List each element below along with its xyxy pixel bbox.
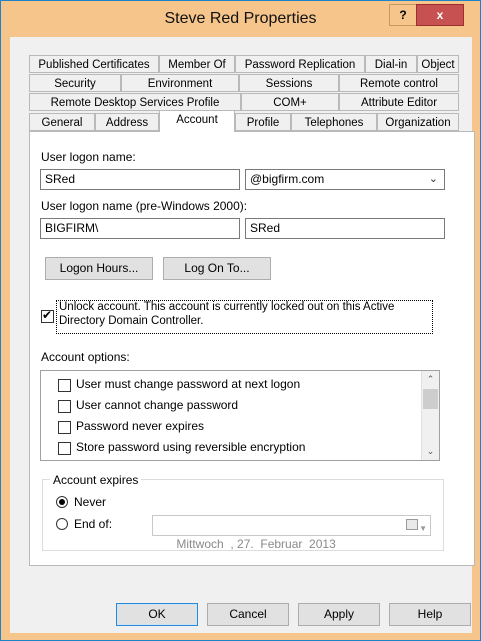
- chevron-down-icon: ⌄: [428, 173, 438, 185]
- end-of-date-value: Mittwoch , 27. Februar 2013: [176, 537, 336, 551]
- option-checkbox[interactable]: [58, 442, 71, 455]
- logon-name-value: SRed: [45, 172, 76, 186]
- option-label[interactable]: Store password using reversible encrypti…: [76, 440, 305, 454]
- logon-name-label: User logon name:: [41, 150, 136, 164]
- tab-com-plus[interactable]: COM+: [241, 93, 339, 111]
- tab-security[interactable]: Security: [29, 74, 121, 92]
- pre2000-label: User logon name (pre-Windows 2000):: [41, 199, 248, 213]
- never-radio[interactable]: [56, 496, 68, 508]
- close-button[interactable]: x: [416, 4, 464, 26]
- end-of-label[interactable]: End of:: [74, 517, 112, 531]
- tab-address[interactable]: Address: [95, 113, 159, 131]
- end-of-date-picker[interactable]: Mittwoch , 27. Februar 2013 ▼: [152, 515, 431, 551]
- end-of-radio[interactable]: [56, 518, 68, 530]
- title-bar: Steve Red Properties ? x: [1, 1, 480, 37]
- tab-general[interactable]: General: [29, 113, 95, 131]
- option-label[interactable]: Password never expires: [76, 419, 204, 433]
- tab-attribute-editor[interactable]: Attribute Editor: [339, 93, 459, 111]
- tab-sessions[interactable]: Sessions: [239, 74, 339, 92]
- tab-organization[interactable]: Organization: [377, 113, 459, 131]
- tab-remote-control[interactable]: Remote control: [339, 74, 459, 92]
- option-label[interactable]: User cannot change password: [76, 398, 238, 412]
- apply-button[interactable]: Apply: [298, 603, 380, 626]
- pre2000-domain-field: BIGFIRM\: [40, 218, 240, 239]
- logon-hours-button[interactable]: Logon Hours...: [45, 257, 153, 280]
- tab-telephones[interactable]: Telephones: [291, 113, 377, 131]
- log-on-to-button[interactable]: Log On To...: [163, 257, 271, 280]
- account-expires-label: Account expires: [50, 473, 142, 487]
- unlock-account-text-1[interactable]: Unlock account. This account is currentl…: [59, 301, 394, 313]
- logon-name-input[interactable]: SRed: [40, 169, 240, 190]
- option-checkbox[interactable]: [58, 421, 71, 434]
- upn-suffix-value: @bigfirm.com: [250, 172, 325, 186]
- tab-password-replication[interactable]: Password Replication: [235, 55, 365, 73]
- option-checkbox[interactable]: [58, 400, 71, 413]
- never-label[interactable]: Never: [74, 495, 106, 509]
- upn-suffix-dropdown[interactable]: @bigfirm.com ⌄: [245, 169, 445, 190]
- pre2000-user-input[interactable]: SRed: [245, 218, 445, 239]
- help-button[interactable]: Help: [389, 603, 471, 626]
- tab-member-of[interactable]: Member Of: [159, 55, 235, 73]
- calendar-icon[interactable]: [406, 519, 418, 530]
- scroll-up-icon[interactable]: ⌃: [422, 371, 439, 388]
- tab-remote-desktop-services-profile[interactable]: Remote Desktop Services Profile: [29, 93, 241, 111]
- cancel-button[interactable]: Cancel: [207, 603, 289, 626]
- pre2000-domain-value: BIGFIRM\: [45, 221, 99, 235]
- options-scrollbar[interactable]: ⌃ ⌄: [421, 371, 439, 460]
- option-label[interactable]: User must change password at next logon: [76, 377, 300, 391]
- tab-object[interactable]: Object: [417, 55, 459, 73]
- unlock-account-text-2[interactable]: Directory Domain Controller.: [59, 315, 203, 327]
- account-options-label: Account options:: [41, 350, 130, 364]
- tab-profile[interactable]: Profile: [235, 113, 291, 131]
- chevron-down-icon[interactable]: ▼: [419, 519, 427, 538]
- ok-button[interactable]: OK: [116, 603, 198, 626]
- pre2000-user-value: SRed: [250, 221, 281, 235]
- scroll-thumb[interactable]: [423, 389, 438, 409]
- tab-account[interactable]: Account: [159, 110, 235, 132]
- help-title-button[interactable]: ?: [389, 4, 417, 26]
- option-checkbox[interactable]: [58, 379, 71, 392]
- properties-window: Steve Red Properties ? x Published Certi…: [0, 0, 481, 641]
- unlock-account-checkbox[interactable]: [41, 308, 54, 323]
- tab-published-certificates[interactable]: Published Certificates: [29, 55, 159, 73]
- tab-environment[interactable]: Environment: [121, 74, 239, 92]
- account-options-list[interactable]: User must change password at next logon …: [40, 370, 440, 461]
- tab-dial-in[interactable]: Dial-in: [365, 55, 417, 73]
- scroll-down-icon[interactable]: ⌄: [422, 443, 439, 460]
